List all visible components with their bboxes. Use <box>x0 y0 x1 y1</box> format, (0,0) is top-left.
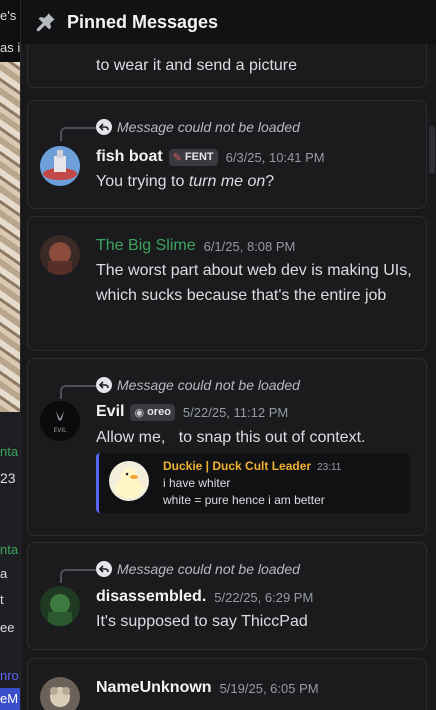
reply-text: Message could not be loaded <box>117 377 300 393</box>
avatar[interactable]: EVIL <box>40 401 80 441</box>
cookie-icon: ◉ <box>134 406 145 419</box>
avatar[interactable] <box>40 586 80 626</box>
pinned-message[interactable]: Message could not be loaded fish boat ✎ … <box>27 100 427 209</box>
embed-text: i have whiter <box>163 476 231 490</box>
avatar[interactable] <box>40 235 80 275</box>
scrollbar-thumb[interactable] <box>429 126 435 174</box>
timestamp: 6/3/25, 10:41 PM <box>225 149 325 165</box>
author-name[interactable]: fish boat <box>96 148 163 166</box>
background-text: nta <box>0 444 19 459</box>
guild-tag[interactable]: ◉ oreo <box>130 403 175 421</box>
message-text: The worst part about web dev is making U… <box>96 262 412 304</box>
background-text: nta <box>0 542 19 557</box>
author-row: disassembled. 5/22/25, 6:29 PM <box>96 588 313 606</box>
background-text: 23 <box>0 470 16 486</box>
author-name[interactable]: The Big Slime <box>96 237 196 255</box>
panel-header: Pinned Messages <box>21 0 436 44</box>
pinned-message[interactable]: NameUnknown 5/19/25, 6:05 PM <box>27 658 427 710</box>
panel-title: Pinned Messages <box>67 11 219 32</box>
author-row: fish boat ✎ FENT 6/3/25, 10:41 PM <box>96 148 325 166</box>
embed-time: 23:11 <box>317 462 342 473</box>
message-text-part: ? <box>265 173 275 190</box>
timestamp: 5/22/25, 6:29 PM <box>214 589 314 605</box>
pinned-message[interactable]: to wear it and send a picture <box>27 44 427 88</box>
background-text: eM <box>0 691 19 706</box>
embed-avatar <box>109 461 149 501</box>
embed-author: Duckie | Duck Cult Leader 23:11 <box>163 459 341 473</box>
message-text-part: You trying to <box>96 173 189 190</box>
reply-icon <box>96 377 112 393</box>
author-row: NameUnknown 5/19/25, 6:05 PM <box>96 679 319 697</box>
author-name[interactable]: disassembled. <box>96 588 206 606</box>
message-text: to wear it and send a picture <box>96 57 298 74</box>
pinned-list[interactable]: to wear it and send a picture Message co… <box>21 44 436 710</box>
background-text: nro <box>0 668 19 683</box>
background-text: e's <box>0 8 17 23</box>
author-row: Evil ◉ oreo 5/22/25, 11:12 PM <box>96 403 288 421</box>
pin-icon <box>36 13 55 32</box>
background-text: a <box>0 566 8 581</box>
reply-text: Message could not be loaded <box>117 561 300 577</box>
author-name[interactable]: NameUnknown <box>96 679 212 697</box>
background-text: as i <box>0 40 20 55</box>
reply-spine <box>60 569 96 583</box>
message-text: You trying to turn me on? <box>96 169 416 194</box>
reply-spine <box>60 385 96 399</box>
syringe-icon: ✎ <box>172 151 182 164</box>
message-text: Allow me, to snap this out of context. <box>96 429 366 446</box>
pinned-message[interactable]: Message could not be loaded disassembled… <box>27 542 427 650</box>
message-embed[interactable]: Duckie | Duck Cult Leader 23:11 i have wh… <box>96 453 410 513</box>
reply-reference[interactable]: Message could not be loaded <box>96 561 300 577</box>
pinned-message[interactable]: Message could not be loaded EVIL Evil ◉ … <box>27 358 427 536</box>
reply-reference[interactable]: Message could not be loaded <box>96 119 300 135</box>
message-text: It's supposed to say ThiccPad <box>96 613 308 630</box>
avatar[interactable] <box>40 677 80 710</box>
embed-author-name: Duckie | Duck Cult Leader <box>163 459 312 473</box>
background-image <box>0 62 20 412</box>
author-row: The Big Slime 6/1/25, 8:08 PM <box>96 237 295 255</box>
reply-reference[interactable]: Message could not be loaded <box>96 377 300 393</box>
guild-tag[interactable]: ✎ FENT <box>168 148 218 166</box>
embed-text: white = pure hence i am better <box>163 493 325 507</box>
reply-icon <box>96 119 112 135</box>
pinned-messages-panel: Pinned Messages to wear it and send a pi… <box>20 0 436 710</box>
reply-icon <box>96 561 112 577</box>
author-name[interactable]: Evil <box>96 403 124 421</box>
avatar[interactable] <box>40 146 80 186</box>
reply-spine <box>60 127 96 141</box>
background-channel: e's as i nta 23 nta a t ee nro eM <box>0 0 20 710</box>
tag-label: oreo <box>147 406 171 418</box>
timestamp: 5/22/25, 11:12 PM <box>182 404 289 420</box>
background-text: ee <box>0 620 15 635</box>
avatar-text: EVIL <box>53 427 67 434</box>
pinned-message[interactable]: The Big Slime 6/1/25, 8:08 PM The worst … <box>27 216 427 351</box>
message-text-italic: turn me on <box>188 173 266 190</box>
timestamp: 5/19/25, 6:05 PM <box>219 680 319 696</box>
reply-text: Message could not be loaded <box>117 119 300 135</box>
timestamp: 6/1/25, 8:08 PM <box>203 238 296 254</box>
background-highlight: eM <box>0 688 20 710</box>
tag-label: FENT <box>184 151 214 163</box>
background-text: t <box>0 592 4 607</box>
